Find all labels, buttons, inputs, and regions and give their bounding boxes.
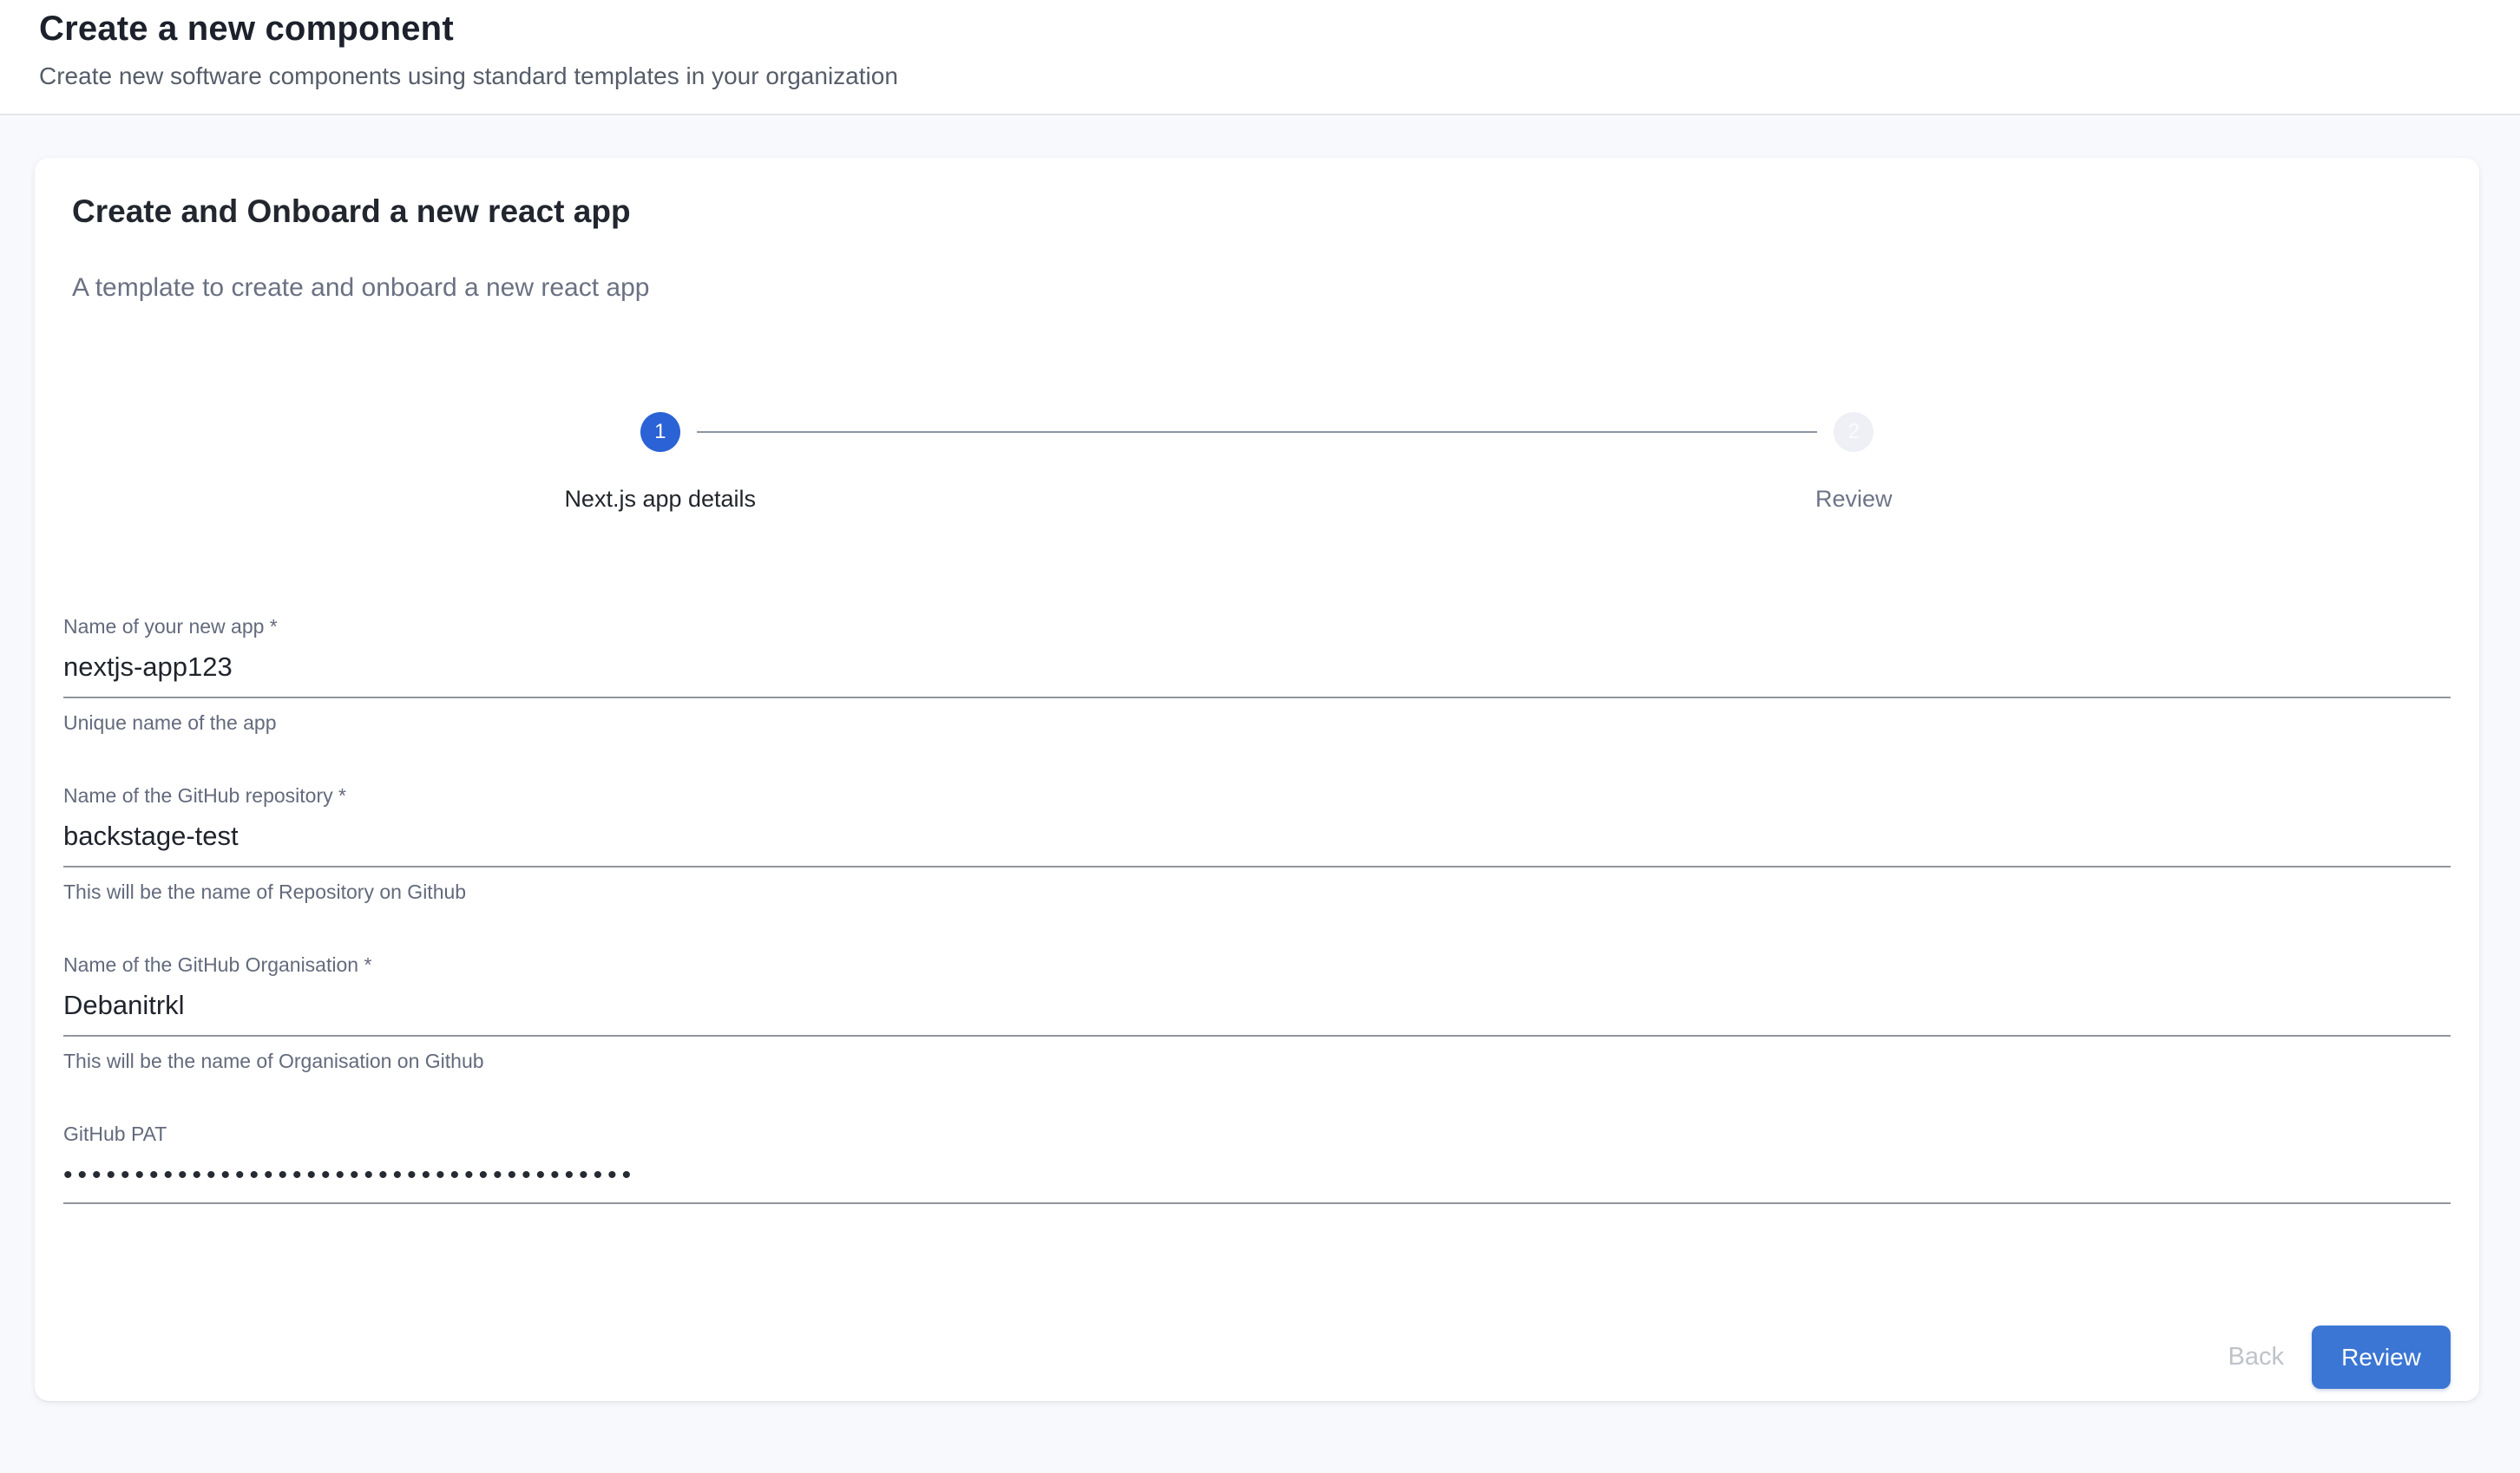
field-github-organisation: Name of the GitHub Organisation * This w…: [63, 952, 2451, 1074]
review-button[interactable]: Review: [2312, 1326, 2451, 1389]
template-wizard-card: Create and Onboard a new react app A tem…: [35, 158, 2479, 1401]
app-details-form: Name of your new app * Unique name of th…: [63, 613, 2451, 1204]
field-github-pat: GitHub PAT: [63, 1121, 2451, 1204]
template-title: Create and Onboard a new react app: [72, 193, 2451, 230]
wizard-stepper: 1 Next.js app details 2 Review: [63, 412, 2451, 513]
github-organisation-label: Name of the GitHub Organisation *: [63, 952, 2451, 978]
field-app-name: Name of your new app * Unique name of th…: [63, 613, 2451, 736]
stepper-connector-line: [697, 431, 1818, 433]
github-organisation-helper: This will be the name of Organisation on…: [63, 1048, 2451, 1074]
back-button[interactable]: Back: [2202, 1329, 2310, 1385]
github-pat-input[interactable]: [63, 1147, 2451, 1204]
step-review: 2 Review: [1257, 412, 2451, 513]
template-description: A template to create and onboard a new r…: [72, 273, 2451, 303]
step-1-icon: 1: [640, 412, 680, 452]
page-header: Create a new component Create new softwa…: [0, 0, 2520, 115]
step-2-icon: 2: [1834, 412, 1874, 452]
page-title: Create a new component: [39, 5, 2481, 52]
github-repository-label: Name of the GitHub repository *: [63, 782, 2451, 809]
step-1-label: Next.js app details: [564, 486, 756, 513]
page-subtitle: Create new software components using sta…: [39, 62, 2481, 90]
wizard-actions: Back Review: [63, 1326, 2451, 1389]
main-content: Create and Onboard a new react app A tem…: [0, 115, 2520, 1401]
step-2-label: Review: [1815, 486, 1893, 513]
app-name-helper: Unique name of the app: [63, 710, 2451, 736]
app-name-input[interactable]: [63, 639, 2451, 698]
github-repository-input[interactable]: [63, 809, 2451, 867]
github-pat-label: GitHub PAT: [63, 1121, 2451, 1147]
step-nextjs-app-details: 1 Next.js app details: [63, 412, 1257, 513]
field-github-repository: Name of the GitHub repository * This wil…: [63, 782, 2451, 905]
app-name-label: Name of your new app *: [63, 613, 2451, 639]
github-repository-helper: This will be the name of Repository on G…: [63, 879, 2451, 905]
github-organisation-input[interactable]: [63, 978, 2451, 1037]
